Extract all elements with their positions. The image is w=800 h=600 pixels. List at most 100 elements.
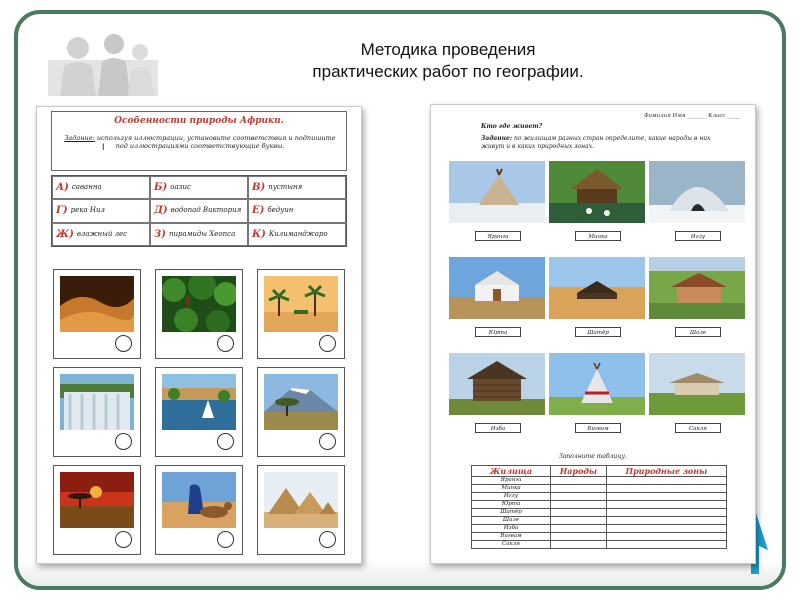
task-lead: Задание: — [64, 134, 95, 142]
river-nile-photo — [162, 374, 236, 430]
table-row: Юрта — [471, 500, 728, 509]
table-cell[interactable] — [550, 484, 607, 493]
table-cell[interactable] — [605, 516, 728, 525]
table-cell[interactable] — [550, 508, 607, 517]
option-cell: А) саванна — [52, 176, 150, 200]
photo-card — [257, 465, 345, 555]
worksheet-africa: Особенности природы Африки. Задание: исп… — [36, 106, 362, 564]
slide-title: Методика проведения практических работ п… — [238, 39, 658, 83]
photo-card — [53, 465, 141, 555]
dwelling-label: Минка — [575, 231, 621, 241]
photo-card — [257, 269, 345, 359]
table-cell[interactable] — [550, 540, 607, 549]
table-row: Яранга — [471, 476, 728, 485]
option-letter: Ж) — [56, 228, 74, 240]
table-cell[interactable] — [605, 476, 728, 485]
worksheet-dwellings: Фамилия Имя _______ Класс _____ Кто где … — [430, 104, 756, 564]
answer-circle[interactable] — [319, 335, 336, 352]
option-cell: К) Килиманджаро — [248, 222, 346, 246]
photo-card — [155, 465, 243, 555]
option-letter: В) — [252, 182, 266, 194]
yaranga-photo — [449, 161, 545, 223]
table-cell: Шале — [471, 516, 551, 525]
worksheet-header: Особенности природы Африки. Задание: исп… — [51, 111, 347, 171]
option-cell: Д) водопад Виктория — [150, 199, 248, 223]
table-cell: Шатёр — [471, 508, 551, 517]
table-cell[interactable] — [605, 524, 728, 533]
option-letter: З) — [154, 228, 166, 240]
answer-circle[interactable] — [115, 433, 132, 450]
table-cell[interactable] — [550, 524, 607, 533]
dwelling-label: Шатёр — [575, 327, 621, 337]
option-letter: Г) — [56, 205, 68, 217]
table-cell[interactable] — [550, 500, 607, 509]
photo-card — [53, 269, 141, 359]
table-cell: Юрта — [471, 500, 551, 509]
option-text: пустыня — [268, 183, 303, 192]
answer-circle[interactable] — [217, 531, 234, 548]
option-cell: Ж) влажный лес — [52, 222, 150, 246]
name-class-line: Фамилия Имя _______ Класс _____ — [644, 113, 741, 119]
answer-options-grid: А) саванна Б) оазис В) пустыня Г) река Нил Д… — [51, 175, 347, 247]
tent-photo — [549, 257, 645, 319]
answer-circle[interactable] — [217, 433, 234, 450]
table-cell[interactable] — [550, 516, 607, 525]
option-text: бедуин — [267, 206, 294, 215]
worksheet-question: Кто где живет? — [481, 123, 543, 130]
table-cell[interactable] — [605, 532, 728, 541]
dwellings-table: Жилища Народы Природные зоны Яранга Минк… — [471, 465, 728, 549]
yurt-photo — [449, 257, 545, 319]
table-row: Шале — [471, 516, 728, 525]
table-cell[interactable] — [605, 508, 728, 517]
worksheet-task: Задание: по жилищам разных стран определ… — [481, 135, 731, 151]
table-row: Изба — [471, 524, 728, 533]
table-row: Иглу — [471, 492, 728, 501]
table-cell[interactable] — [550, 492, 607, 501]
answer-circle[interactable] — [115, 531, 132, 548]
chalet-photo — [649, 257, 745, 319]
option-cell: З) пирамиды Хеопса — [150, 222, 248, 246]
table-cell: Яранга — [471, 476, 551, 485]
text-cursor-mark: I — [102, 142, 105, 152]
table-cell[interactable] — [605, 500, 728, 509]
victoria-falls-photo — [60, 374, 134, 430]
minka-photo — [549, 161, 645, 223]
table-cell[interactable] — [550, 476, 607, 485]
task-text: используя иллюстрации, установите соотве… — [94, 134, 336, 150]
bedouin-camel-photo — [162, 472, 236, 528]
pyramids-photo — [264, 472, 338, 528]
saklya-photo — [649, 353, 745, 415]
business-people-silhouette-icon — [48, 34, 158, 96]
table-cell: Сакля — [471, 540, 551, 549]
option-text: пирамиды Хеопса — [168, 229, 236, 238]
table-cell[interactable] — [605, 540, 728, 549]
answer-circle[interactable] — [319, 531, 336, 548]
table-cell[interactable] — [550, 532, 607, 541]
table-cell: Минка — [471, 484, 551, 493]
photo-card — [257, 367, 345, 457]
option-letter: Д) — [154, 205, 168, 217]
worksheet-task: Задание: используя иллюстрации, установи… — [58, 134, 342, 150]
option-letter: Б) — [154, 182, 168, 194]
table-cell: Изба — [471, 524, 551, 533]
answer-circle[interactable] — [115, 335, 132, 352]
izba-photo — [449, 353, 545, 415]
table-cell[interactable] — [605, 484, 728, 493]
slide-title-line1: Методика проведения — [360, 40, 536, 59]
task-lead: Задание: — [481, 135, 513, 142]
oasis-photo — [264, 276, 338, 332]
wigwam-photo — [549, 353, 645, 415]
dwelling-label: Вигвам — [575, 423, 621, 433]
table-row: Сакля — [471, 540, 728, 549]
savanna-sunset-photo — [60, 472, 134, 528]
kilimanjaro-photo — [264, 374, 338, 430]
table-cell: Вигвам — [471, 532, 551, 541]
answer-circle[interactable] — [319, 433, 336, 450]
option-cell: Б) оазис — [150, 176, 248, 200]
igloo-photo — [649, 161, 745, 223]
option-text: оазис — [170, 183, 191, 192]
table-cell[interactable] — [605, 492, 728, 501]
option-letter: А) — [56, 182, 69, 194]
answer-circle[interactable] — [217, 335, 234, 352]
dwelling-label: Шале — [675, 327, 721, 337]
